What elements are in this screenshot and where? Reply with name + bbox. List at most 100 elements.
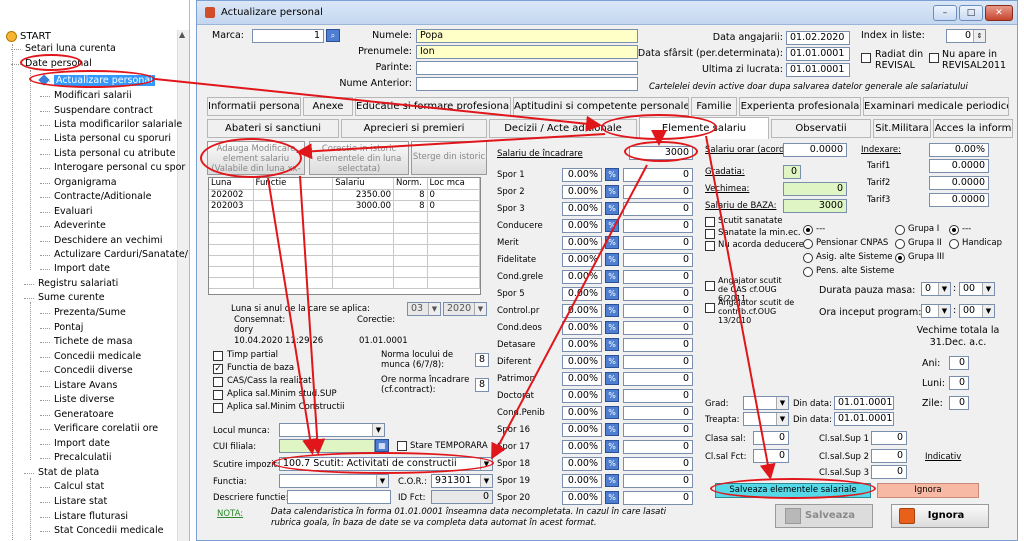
percent-icon[interactable]: % bbox=[605, 321, 619, 334]
spor-percent-field[interactable]: 0.00% bbox=[562, 338, 602, 352]
spor-value-field[interactable]: 0 bbox=[623, 406, 693, 420]
radio-grupa-2[interactable] bbox=[895, 239, 905, 249]
chevron-down-icon[interactable]: ▼ bbox=[428, 303, 440, 315]
angajator-oug6-checkbox[interactable] bbox=[705, 281, 715, 291]
nu-apare-checkbox[interactable] bbox=[929, 53, 939, 63]
data-sfarsit-field[interactable]: 01.01.0001 bbox=[786, 47, 850, 61]
spor-value-field[interactable]: 0 bbox=[623, 372, 693, 386]
grid-header[interactable]: Loc mca bbox=[427, 178, 481, 190]
spor-value-field[interactable]: 0 bbox=[623, 287, 693, 301]
tab[interactable]: Educatie si formare profesionala bbox=[355, 97, 511, 116]
corectie-istoric-button[interactable]: Corectie in istoric elementele din luna … bbox=[309, 141, 409, 175]
luni-field[interactable]: 0 bbox=[949, 376, 969, 390]
pauza-minute-select[interactable]: 00 ▼ bbox=[959, 282, 995, 296]
ora-inceput-ore-select[interactable]: 0 ▼ bbox=[921, 304, 951, 318]
tab[interactable]: Informatii personale bbox=[207, 97, 301, 116]
cor-select[interactable]: 931301 ▼ bbox=[431, 474, 493, 488]
grid-header[interactable]: Norm. bbox=[393, 178, 428, 190]
calendar-icon[interactable]: ▦ bbox=[375, 439, 389, 452]
tree-item[interactable]: Stat de plata bbox=[38, 467, 99, 478]
tree-item[interactable]: Deschidere an vechimi bbox=[54, 235, 163, 246]
tree-item[interactable]: Tichete de masa bbox=[54, 336, 133, 347]
treapta-select[interactable]: ▼ bbox=[743, 412, 789, 426]
chevron-down-icon[interactable]: ▼ bbox=[982, 305, 994, 317]
tree-item[interactable]: Modificari salarii bbox=[54, 90, 132, 101]
angajator-oug13-checkbox[interactable] bbox=[705, 303, 715, 313]
spor-percent-field[interactable]: 0.00% bbox=[562, 423, 602, 437]
chevron-down-icon[interactable]: ▼ bbox=[776, 397, 788, 409]
scroll-up-icon[interactable]: ▲ bbox=[179, 30, 185, 39]
sanatate-min-checkbox[interactable] bbox=[705, 229, 715, 239]
chevron-down-icon[interactable]: ▼ bbox=[982, 283, 994, 295]
tree-item[interactable]: Contracte/Aditionale bbox=[54, 191, 151, 202]
percent-icon[interactable]: % bbox=[605, 406, 619, 419]
title-bar[interactable]: Actualizare personal – □ ✕ bbox=[197, 1, 1017, 25]
aplica-constructii-checkbox[interactable] bbox=[213, 403, 223, 413]
spor-percent-field[interactable]: 0.00% bbox=[562, 457, 602, 471]
spor-percent-field[interactable]: 0.00% bbox=[562, 406, 602, 420]
percent-icon[interactable]: % bbox=[605, 253, 619, 266]
locul-munca-select[interactable]: ▼ bbox=[279, 423, 385, 437]
chevron-down-icon[interactable]: ▼ bbox=[938, 305, 950, 317]
tab[interactable]: Observatii bbox=[771, 119, 871, 138]
zile-field[interactable]: 0 bbox=[949, 396, 969, 410]
cas-cass-checkbox[interactable] bbox=[213, 377, 223, 387]
tree-item[interactable]: Verificare corelatii ore bbox=[54, 423, 158, 434]
functia-baza-checkbox[interactable]: ✓ bbox=[213, 364, 223, 374]
tab[interactable]: Aprecieri si premieri bbox=[341, 119, 487, 138]
tree-item[interactable]: Liste diverse bbox=[54, 394, 114, 405]
chevron-down-icon[interactable]: ▼ bbox=[938, 283, 950, 295]
spor-value-field[interactable]: 0 bbox=[623, 440, 693, 454]
spor-value-field[interactable]: 0 bbox=[623, 474, 693, 488]
tree-item[interactable]: Interogare personal cu spor bbox=[54, 162, 185, 173]
percent-icon[interactable]: % bbox=[605, 304, 619, 317]
clasa-fct-field[interactable]: 0 bbox=[753, 449, 789, 463]
chevron-down-icon[interactable]: ▼ bbox=[480, 475, 492, 487]
tree-item[interactable]: Setari luna curenta bbox=[25, 43, 116, 54]
radio-asig-alte[interactable] bbox=[803, 253, 813, 263]
tree-item[interactable]: Actulizare Carduri/Sanatate/ bbox=[54, 249, 188, 260]
tree-item[interactable]: Concedii medicale bbox=[54, 351, 141, 362]
radio-none-handicap[interactable] bbox=[949, 225, 959, 235]
grid-header[interactable]: Salariu bbox=[332, 178, 394, 190]
tree-item[interactable]: Listare stat bbox=[54, 496, 107, 507]
spor-value-field[interactable]: 0 bbox=[623, 270, 693, 284]
table-row[interactable]: 202002 2350.00 8 0 bbox=[209, 189, 481, 201]
salariu-baza-field[interactable]: 3000 bbox=[783, 199, 847, 213]
tarif3-field[interactable]: 0.0000 bbox=[929, 193, 989, 207]
tree-item[interactable]: Generatoare bbox=[54, 409, 114, 420]
spor-percent-field[interactable]: 0.00% bbox=[562, 321, 602, 335]
tab[interactable]: Anexe bbox=[303, 97, 353, 116]
spor-value-field[interactable]: 0 bbox=[623, 338, 693, 352]
ultima-zi-field[interactable]: 01.01.0001 bbox=[786, 63, 850, 77]
grad-select[interactable]: ▼ bbox=[743, 396, 789, 410]
data-angajarii-field[interactable]: 01.02.2020 bbox=[786, 31, 850, 45]
spor-percent-field[interactable]: 0.00% bbox=[562, 491, 602, 505]
tab[interactable]: Experienta profesionala bbox=[739, 97, 861, 116]
an-select[interactable]: 2020 ▼ bbox=[443, 302, 487, 316]
radiat-checkbox[interactable] bbox=[861, 53, 871, 63]
norma-field[interactable]: 8 bbox=[475, 353, 489, 367]
percent-icon[interactable]: % bbox=[605, 287, 619, 300]
table-row[interactable] bbox=[209, 277, 481, 289]
tree-item[interactable]: Listare fluturasi bbox=[54, 511, 128, 522]
spor-value-field[interactable]: 0 bbox=[623, 457, 693, 471]
tree-item[interactable]: Registru salariati bbox=[38, 278, 118, 289]
radio-grupa-1[interactable] bbox=[895, 225, 905, 235]
percent-icon[interactable]: % bbox=[605, 491, 619, 504]
table-row[interactable] bbox=[209, 211, 481, 223]
tree-scrollbar[interactable]: ▲ bbox=[177, 30, 189, 541]
grid-header[interactable]: Functie bbox=[253, 178, 334, 190]
spor-percent-field[interactable]: 0.00% bbox=[562, 440, 602, 454]
spor-value-field[interactable]: 0 bbox=[623, 304, 693, 318]
tree-item[interactable]: Adeverinte bbox=[54, 220, 106, 231]
descriere-functie-field[interactable] bbox=[287, 490, 391, 504]
numele-field[interactable]: Popa bbox=[416, 29, 638, 43]
tarif1-field[interactable]: 0.0000 bbox=[929, 159, 989, 173]
ora-inceput-minute-select[interactable]: 00 ▼ bbox=[959, 304, 995, 318]
sup3-field[interactable]: 0 bbox=[871, 465, 907, 479]
percent-icon[interactable]: % bbox=[605, 338, 619, 351]
cui-filiala-field[interactable] bbox=[279, 439, 375, 453]
id-fct-field[interactable]: 0 bbox=[431, 490, 493, 504]
spor-percent-field[interactable]: 0.00% bbox=[562, 287, 602, 301]
